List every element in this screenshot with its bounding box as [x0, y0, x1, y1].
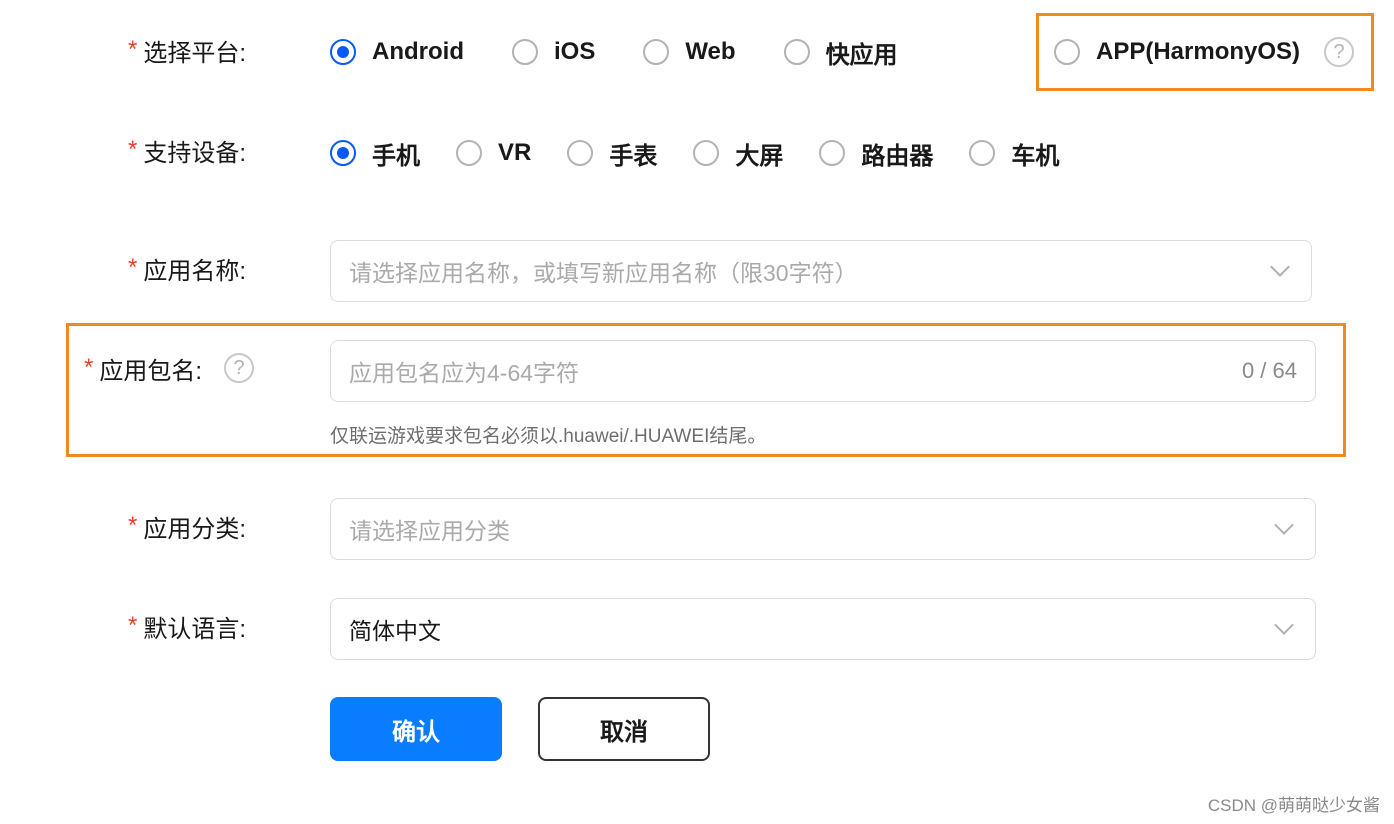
cancel-button[interactable]: 取消	[538, 697, 710, 761]
required-mark: *	[128, 136, 138, 163]
package-name-input[interactable]: 应用包名应为4-64字符 0 / 64	[330, 340, 1316, 402]
required-mark: *	[128, 612, 138, 639]
radio-circle	[643, 39, 670, 65]
radio-device-car[interactable]: 车机	[969, 136, 1059, 171]
devices-label: * 支持设备:	[128, 136, 247, 167]
radio-circle	[783, 39, 810, 65]
radio-circle	[969, 140, 996, 166]
confirm-button[interactable]: 确认	[330, 697, 502, 761]
radio-circle	[330, 39, 356, 65]
watermark: CSDN @萌萌哒少女酱	[1207, 796, 1380, 815]
radio-device-vr[interactable]: VR	[456, 139, 531, 167]
app-name-label: * 应用名称:	[128, 254, 247, 285]
radio-circle	[456, 140, 482, 166]
radio-device-router[interactable]: 路由器	[819, 136, 933, 171]
chevron-down-icon	[1274, 615, 1294, 635]
required-mark: *	[128, 254, 138, 281]
radio-device-watch[interactable]: 手表	[567, 136, 657, 171]
radio-platform-quickapp[interactable]: 快应用	[783, 35, 898, 70]
platform-radio-group: Android iOS Web 快应用	[330, 32, 898, 72]
radio-circle	[567, 140, 594, 166]
radio-device-phone[interactable]: 手机	[330, 136, 420, 171]
package-name-placeholder: 应用包名应为4-64字符	[349, 360, 580, 386]
language-label: * 默认语言:	[128, 612, 247, 643]
language-select[interactable]: 简体中文	[330, 598, 1316, 660]
char-counter: 0 / 64	[1241, 358, 1297, 383]
help-icon[interactable]: ?	[224, 353, 255, 383]
devices-radio-group: 手机 VR 手表 大屏 路由器 车机	[330, 133, 1059, 173]
radio-circle	[511, 39, 538, 65]
chevron-down-icon	[1274, 515, 1294, 535]
radio-device-screen[interactable]: 大屏	[693, 136, 783, 171]
platform-label: * 选择平台:	[128, 36, 247, 67]
app-name-select[interactable]: 请选择应用名称，或填写新应用名称（限30字符）	[330, 240, 1312, 302]
radio-circle	[330, 140, 356, 166]
radio-circle	[693, 140, 720, 166]
language-value: 简体中文	[349, 618, 441, 644]
required-mark: *	[128, 512, 138, 539]
harmonyos-option-group: APP(HarmonyOS) ?	[1054, 32, 1355, 72]
radio-platform-web[interactable]: Web	[643, 38, 736, 66]
app-name-placeholder: 请选择应用名称，或填写新应用名称（限30字符）	[349, 260, 858, 286]
help-icon[interactable]: ?	[1324, 37, 1355, 67]
radio-circle	[1054, 39, 1080, 65]
radio-platform-ios[interactable]: iOS	[511, 38, 595, 66]
category-select[interactable]: 请选择应用分类	[330, 498, 1316, 560]
package-name-hint: 仅联运游戏要求包名必须以.huawei/.HUAWEI结尾。	[330, 426, 767, 447]
package-name-label: * 应用包名: ?	[84, 348, 255, 388]
radio-platform-android[interactable]: Android	[330, 38, 464, 66]
required-mark: *	[84, 354, 94, 381]
category-label: * 应用分类:	[128, 512, 247, 543]
radio-platform-harmonyos[interactable]: APP(HarmonyOS)	[1054, 38, 1300, 66]
required-mark: *	[128, 36, 138, 63]
chevron-down-icon	[1270, 257, 1290, 277]
radio-circle	[819, 140, 846, 166]
category-placeholder: 请选择应用分类	[349, 518, 510, 544]
